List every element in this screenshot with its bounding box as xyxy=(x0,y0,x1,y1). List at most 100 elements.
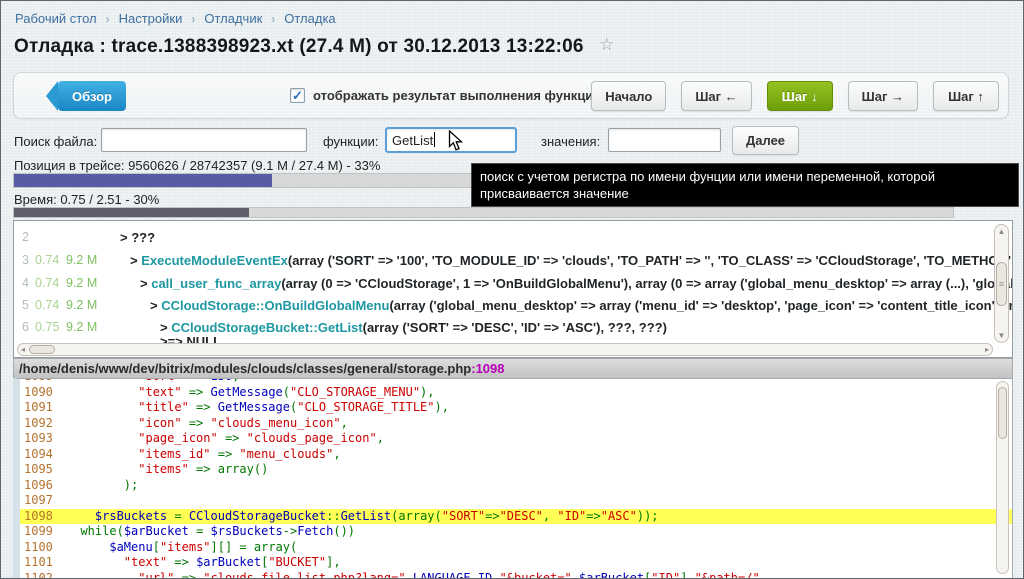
breadcrumb-separator-icon: › xyxy=(106,12,110,26)
page-title: Отладка : trace.1388398923.xt (27.4 M) о… xyxy=(14,35,615,58)
file-search-label: Поиск файла: xyxy=(14,134,97,149)
checkbox-label: отображать результат выполнения функций xyxy=(313,88,601,103)
mouse-cursor-icon xyxy=(448,130,464,157)
step-button[interactable]: Шаг ← xyxy=(681,81,751,111)
breadcrumb-separator-icon: › xyxy=(191,12,195,26)
code-text: "items" => array() xyxy=(66,462,268,476)
trace-line-number: 5 xyxy=(22,298,29,312)
code-line: 1092 "icon" => "clouds_menu_icon", xyxy=(20,416,1012,432)
checkbox-checked-icon[interactable]: ✓ xyxy=(290,88,305,103)
toolbar: Обзор ✓ отображать результат выполнения … xyxy=(13,72,1009,119)
trace-content: > ??? xyxy=(120,230,155,245)
trace-position-progress-fill xyxy=(14,174,272,187)
trace-time: 0.75 xyxy=(35,320,59,334)
trace-line-number: 6 xyxy=(22,320,29,334)
code-line-number: 1095 xyxy=(20,462,66,478)
trace-vertical-scrollbar[interactable]: ▲ ≡ ▼ xyxy=(994,224,1009,343)
search-tooltip: поиск с учетом регистра по имени фунции … xyxy=(471,163,1019,207)
code-text: "icon" => "clouds_menu_icon", xyxy=(66,416,348,430)
value-search-label: значения: xyxy=(541,134,600,149)
show-results-checkbox-row[interactable]: ✓ отображать результат выполнения функци… xyxy=(290,88,601,103)
code-line-number: 1099 xyxy=(20,524,66,540)
file-line-number: :1098 xyxy=(471,361,504,376)
code-line: 1100 $aMenu["items"][] = array( xyxy=(20,540,1012,556)
vertical-scroll-thumb[interactable]: ≡ xyxy=(996,262,1007,306)
code-line-number: 1101 xyxy=(20,555,66,571)
code-text: "url" => "clouds_file_list.php?lang=".LA… xyxy=(66,571,760,579)
code-text: "page_icon" => "clouds_page_icon", xyxy=(66,431,384,445)
file-path-bar: /home/denis/www/dev/bitrix/modules/cloud… xyxy=(13,358,1013,378)
code-line-number: 1093 xyxy=(20,431,66,447)
code-text: "text" => GetMessage("CLO_STORAGE_MENU")… xyxy=(66,385,435,399)
scroll-right-icon[interactable]: ▸ xyxy=(985,345,989,354)
scroll-up-icon[interactable]: ▲ xyxy=(998,227,1006,236)
function-search-label: функции: xyxy=(323,134,379,149)
next-button[interactable]: Далее xyxy=(732,126,799,155)
time-label: Время: 0.75 / 2.51 - 30% xyxy=(14,192,159,207)
trace-line-number: 2 xyxy=(22,230,29,244)
code-vertical-scrollbar[interactable] xyxy=(996,381,1009,574)
code-line: 1094 "items_id" => "menu_clouds", xyxy=(20,447,1012,463)
breadcrumb-item[interactable]: Отладка xyxy=(284,11,335,26)
favorite-star-icon[interactable]: ☆ xyxy=(599,35,614,54)
code-line-number: 1102 xyxy=(20,571,66,579)
code-line-number: 1100 xyxy=(20,540,66,556)
breadcrumb-item[interactable]: Настройки xyxy=(119,11,183,26)
trace-memory: 9.2 M xyxy=(66,253,97,267)
trace-time: 0.74 xyxy=(35,253,59,267)
value-search-input[interactable] xyxy=(608,128,721,152)
trace-line-number: 3 xyxy=(22,253,29,267)
scroll-left-icon[interactable]: ◂ xyxy=(21,345,25,354)
step-button[interactable]: Шаг ↓ xyxy=(767,81,833,111)
trace-row[interactable]: 5 0.74 9.2 M > CCloudStorage::OnBuildGlobal… xyxy=(14,298,1012,318)
debugger-page: Рабочий стол › Настройки › Отладчик › Отладка … xyxy=(0,0,1024,579)
scroll-down-icon[interactable]: ▼ xyxy=(998,331,1006,340)
code-text: $aMenu["items"][] = array( xyxy=(66,540,297,554)
code-line: 1101 "text" => $arBucket["BUCKET"], xyxy=(20,555,1012,571)
trace-memory: 9.2 M xyxy=(66,320,97,334)
page-title-text: Отладка : trace.1388398923.xt (27.4 M) о… xyxy=(14,36,584,57)
code-line: 1090 "text" => GetMessage("CLO_STORAGE_M… xyxy=(20,385,1012,401)
trace-row[interactable]: 40.749.2 M> call_user_func_array(array (… xyxy=(14,276,1012,296)
code-text: $rsBuckets = CCloudStorageBucket::GetLis… xyxy=(66,509,659,523)
step-button[interactable]: Начало xyxy=(591,81,666,111)
code-line: 1091 "title" => GetMessage("CLO_STORAGE_… xyxy=(20,400,1012,416)
file-search-input[interactable] xyxy=(101,128,307,152)
time-progress-fill xyxy=(14,208,249,217)
code-line-number: 1096 xyxy=(20,478,66,494)
code-text: "items_id" => "menu_clouds", xyxy=(66,447,341,461)
text-caret xyxy=(434,132,435,147)
trace-position-label: Позиция в трейсе: 9560626 / 28742357 (9.… xyxy=(14,158,380,173)
code-line: 1095 "items" => array() xyxy=(20,462,1012,478)
file-path: /home/denis/www/dev/bitrix/modules/cloud… xyxy=(19,361,471,376)
code-line-number: 1097 xyxy=(20,493,66,509)
trace-horizontal-scrollbar[interactable]: ◂ ▸ xyxy=(17,343,993,356)
code-text: "text" => $arBucket["BUCKET"], xyxy=(66,555,341,569)
horizontal-scroll-thumb[interactable] xyxy=(29,345,55,354)
code-line-number: 1094 xyxy=(20,447,66,463)
step-buttons: Начало Шаг ← Шаг ↓ Шаг → Шаг ↑ xyxy=(591,81,999,111)
code-line: 1093 "page_icon" => "clouds_page_icon", xyxy=(20,431,1012,447)
trace-content: > ExecuteModuleEventEx(array ('SORT' => … xyxy=(130,253,1013,268)
trace-row[interactable]: 3 0.74 9.2 M > ExecuteModuleEventEx(array (… xyxy=(14,253,1012,273)
trace-row[interactable]: 2 > ??? xyxy=(14,230,1012,250)
code-panel: 1089 "sort" => 150,1090 "text" => GetMes… xyxy=(13,378,1013,579)
code-line: 1099 while($arBucket = $rsBuckets->Fetch… xyxy=(20,524,1012,540)
step-button[interactable]: Шаг → xyxy=(848,81,918,111)
code-line-number: 1091 xyxy=(20,400,66,416)
trace-memory: 9.2 M xyxy=(66,298,97,312)
code-scroll-thumb[interactable] xyxy=(998,387,1007,439)
step-button[interactable]: Шаг ↑ xyxy=(933,81,999,111)
trace-time: 0.74 xyxy=(35,298,59,312)
overview-button[interactable]: Обзор xyxy=(58,81,126,111)
trace-panel: 2 > ??? 3 0.74 9.2 M > ExecuteModuleEventEx(a… xyxy=(13,220,1013,358)
breadcrumb-item[interactable]: Отладчик xyxy=(204,11,262,26)
code-lines: 1089 "sort" => 150,1090 "text" => GetMes… xyxy=(20,378,1012,579)
trace-content: > CCloudStorage::OnBuildGlobalMenu(array… xyxy=(150,298,1013,313)
breadcrumb-separator-icon: › xyxy=(271,12,275,26)
code-text: while($arBucket = $rsBuckets->Fetch()) xyxy=(66,524,355,538)
code-text: "title" => GetMessage("CLO_STORAGE_TITLE… xyxy=(66,400,449,414)
trace-memory: 9.2 M xyxy=(66,276,97,290)
trace-time: 0.74 xyxy=(35,276,59,290)
breadcrumb-item[interactable]: Рабочий стол xyxy=(15,11,97,26)
